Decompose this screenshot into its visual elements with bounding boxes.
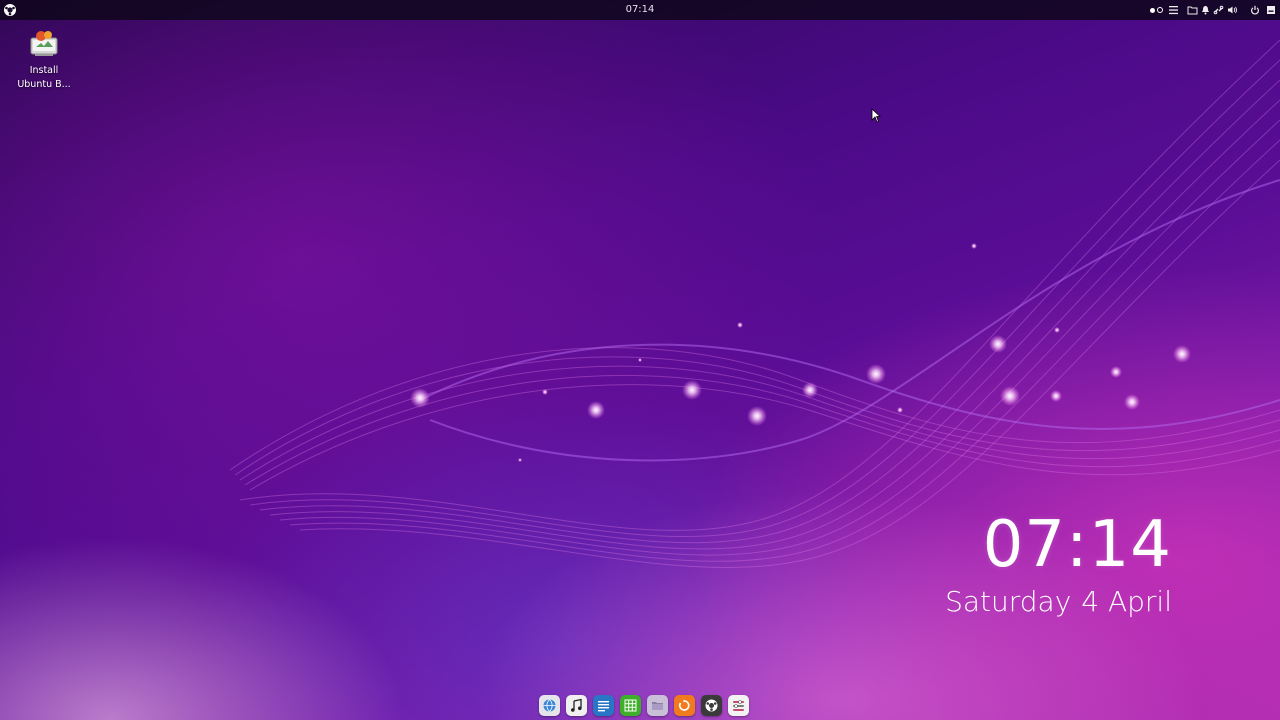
files-icon[interactable] bbox=[1187, 0, 1198, 20]
installer-icon bbox=[30, 31, 58, 56]
show-desktop-icon[interactable] bbox=[1266, 0, 1276, 20]
network-icon[interactable] bbox=[1213, 0, 1224, 20]
clock-weekday: Saturday bbox=[945, 585, 1072, 618]
volume-icon[interactable] bbox=[1227, 0, 1238, 20]
notification-bell-icon[interactable] bbox=[1201, 0, 1210, 20]
desktop[interactable]: 07:14 Install Ubuntu B... 07:14 Saturday… bbox=[0, 0, 1280, 720]
clock-date: Saturday 4 April bbox=[832, 582, 1172, 622]
desktop-clock-widget: 07:14 Saturday 4 April bbox=[832, 508, 1172, 622]
raven-menu-icon[interactable] bbox=[1168, 0, 1179, 20]
spreadsheet-icon[interactable] bbox=[620, 695, 641, 716]
settings-icon[interactable] bbox=[728, 695, 749, 716]
workspace-switcher-icon[interactable] bbox=[1148, 0, 1165, 20]
file-manager-icon[interactable] bbox=[647, 695, 668, 716]
clock-day-month: 4 April bbox=[1081, 585, 1172, 618]
dock bbox=[534, 693, 754, 718]
software-center-icon[interactable] bbox=[674, 695, 695, 716]
web-browser-icon[interactable] bbox=[539, 695, 560, 716]
system-tray bbox=[1145, 0, 1276, 20]
music-player-icon[interactable] bbox=[566, 695, 587, 716]
text-editor-icon[interactable] bbox=[593, 695, 614, 716]
power-icon[interactable] bbox=[1250, 0, 1260, 20]
clock-time: 07:14 bbox=[982, 508, 1172, 582]
mouse-pointer-icon bbox=[871, 108, 881, 123]
budgie-welcome-icon[interactable] bbox=[701, 695, 722, 716]
panel-clock[interactable]: 07:14 bbox=[600, 0, 680, 20]
ubuntu-budgie-logo-icon[interactable] bbox=[3, 3, 17, 17]
desktop-icon-label-line2: Ubuntu B... bbox=[17, 79, 71, 90]
install-ubuntu-budgie-desktop-icon[interactable]: Install Ubuntu B... bbox=[10, 24, 78, 92]
top-panel: 07:14 bbox=[0, 0, 1280, 20]
desktop-icon-label-line1: Install bbox=[29, 65, 59, 76]
